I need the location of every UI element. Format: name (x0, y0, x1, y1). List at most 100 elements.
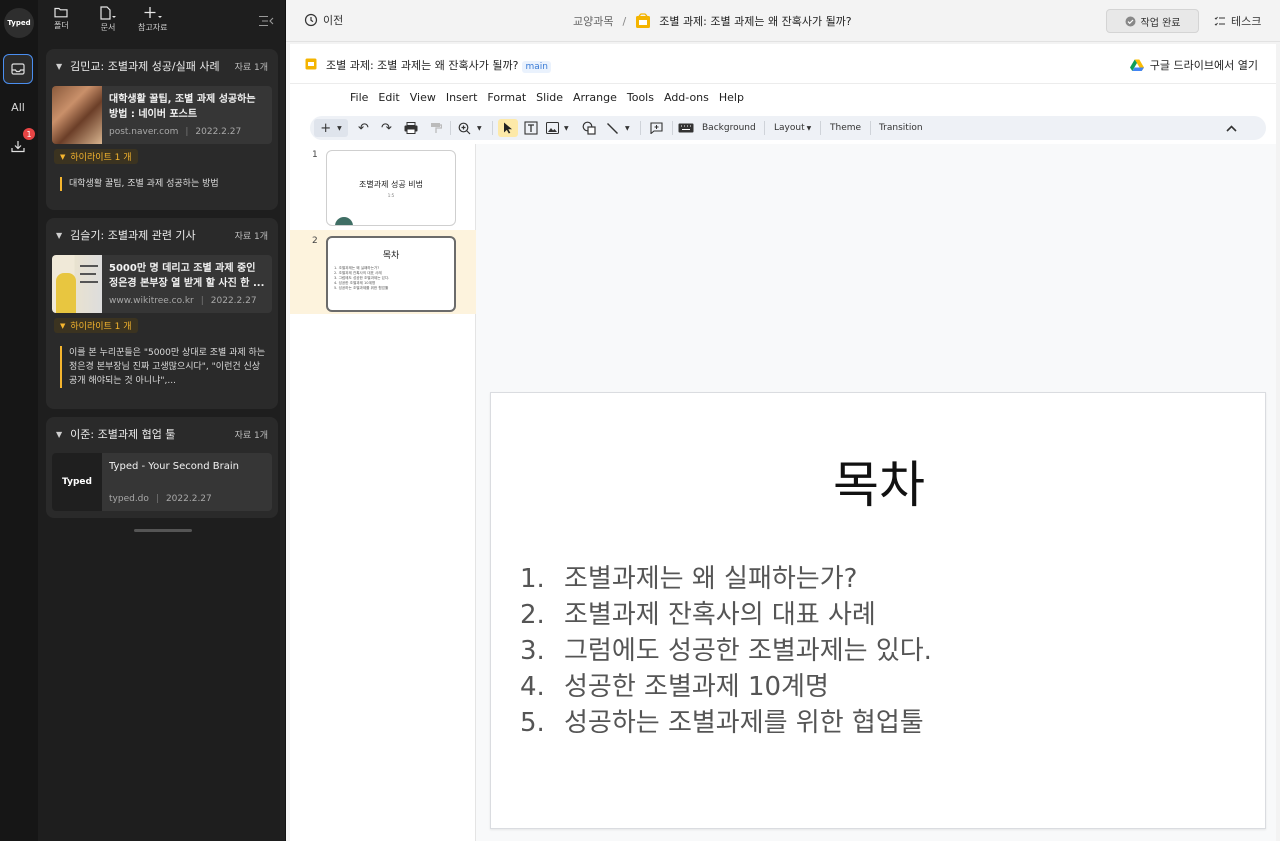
card-title: 대학생활 꿀팁, 조별 과제 성공하는 방법 : 네이버 포스트 (109, 94, 256, 120)
highlight-quote[interactable]: 이를 본 누리꾼들은 "5000만 상대로 조별 과제 하는 정은경 본부장님 … (60, 346, 268, 388)
caret-down-icon: ▼ (56, 61, 63, 71)
document-button[interactable]: 문서 (99, 6, 117, 33)
slide-body-list[interactable]: 1. 조별과제는 왜 실패하는가? 2. 조별과제 잔혹사의 대표 사례 3. 그럼에… (520, 561, 932, 741)
menu-arrange[interactable]: Arrange (573, 91, 617, 104)
group-header[interactable]: ▼ 김민교: 조별과제 성공/실패 사례 자료 1개 (46, 49, 278, 83)
slide-number: 1 (312, 150, 318, 160)
thumbnail-avatar (335, 217, 353, 225)
theme-label: Theme (830, 123, 862, 133)
reference-card[interactable]: 대학생활 꿀팁, 조별 과제 성공하는 방법 : 네이버 포스트 post.na… (52, 86, 272, 144)
slide-thumbnail[interactable]: 조별과제 성공 비법 1:5 (326, 150, 456, 226)
keyboard-button[interactable] (678, 119, 694, 137)
theme-button[interactable]: Theme (830, 119, 861, 137)
document-header: 조별 과제: 조별 과제는 왜 잔혹사가 될까? main 구글 드라이브에서 열… (290, 44, 1276, 84)
thumbnail-subtitle: 1:5 (387, 193, 395, 198)
slide-thumbnail-row[interactable]: 1 조별과제 성공 비법 1:5 (290, 144, 476, 228)
menu-format[interactable]: Format (487, 91, 526, 104)
menu-insert[interactable]: Insert (446, 91, 478, 104)
branch-badge: main (522, 61, 551, 73)
card-source: www.wikitree.co.kr (109, 296, 194, 306)
complete-task-button[interactable]: 작업 완료 (1106, 9, 1199, 33)
thumbnail-logo-text: Typed (62, 477, 92, 487)
inbox-nav-button[interactable] (3, 54, 33, 84)
highlight-count-tag[interactable]: ▼ 하이라이트 1 개 (54, 149, 138, 164)
group-header[interactable]: ▼ 이준: 조별과제 협업 툴 자료 1개 (46, 417, 278, 451)
line-button[interactable]: ▼ (606, 119, 630, 137)
reference-group: ▼ 김민교: 조별과제 성공/실패 사례 자료 1개 대학생활 꿀팁, 조별 과… (46, 49, 278, 210)
menu-file[interactable]: File (350, 91, 368, 104)
caret-down-icon: ▼ (56, 429, 63, 439)
menu-tools[interactable]: Tools (627, 91, 654, 104)
collapse-toolbar-button[interactable] (1226, 119, 1237, 137)
thumbnail-title: 목차 (382, 251, 400, 261)
import-nav-button[interactable]: 1 (3, 128, 35, 161)
new-slide-button[interactable]: + ▼ (314, 119, 348, 137)
slides-menu-bar: File Edit View Insert Format Slide Arran… (350, 91, 754, 104)
undo-button[interactable]: ↶ (358, 119, 369, 137)
insert-image-button[interactable]: ▼ (546, 119, 569, 137)
sidebar-scroll-handle[interactable] (134, 529, 192, 532)
download-tray-icon (11, 140, 25, 152)
document-title-row: 조별 과제: 조별 과제는 왜 잔혹사가 될까? main (326, 57, 551, 73)
google-drive-icon (1129, 59, 1144, 71)
add-comment-button[interactable] (650, 119, 663, 137)
layout-button[interactable]: Layout ▼ (774, 119, 811, 137)
typed-logo[interactable]: Typed (4, 8, 34, 38)
line-icon (607, 122, 618, 134)
check-circle-icon (1125, 16, 1135, 26)
toolbar-divider (672, 121, 673, 135)
breadcrumb: 교양과목 / 조별 과제: 조별 과제는 왜 잔혹사가 될까? (573, 13, 852, 29)
select-tool-button[interactable] (498, 119, 518, 137)
menu-edit[interactable]: Edit (378, 91, 399, 104)
open-in-drive-button[interactable]: 구글 드라이브에서 열기 (1129, 57, 1258, 73)
slide-list-item: 1. 조별과제는 왜 실패하는가? (520, 561, 932, 597)
menu-addons[interactable]: Add-ons (664, 91, 709, 104)
slide-thumbnail-row[interactable]: 2 목차 1. 조별과제는 왜 실패하는가? 2. 조별과제 잔혹사의 대표 사… (290, 230, 476, 314)
document-label: 문서 (100, 23, 116, 32)
cursor-arrow-icon (504, 122, 512, 134)
shape-button[interactable] (582, 119, 596, 137)
group-count: 자료 1개 (234, 62, 268, 73)
caret-down-icon: ▼ (806, 124, 812, 132)
print-icon (404, 122, 418, 134)
slide-list-item: 3. 그럼에도 성공한 조별과제는 있다. (520, 633, 932, 669)
card-thumbnail: Typed (52, 453, 102, 511)
slide-title[interactable]: 목차 (491, 445, 1267, 517)
menu-view[interactable]: View (410, 91, 436, 104)
collapse-sidebar-button[interactable] (258, 12, 274, 31)
reference-button[interactable]: 참고자료 (138, 6, 167, 33)
slide-thumbnail[interactable]: 목차 1. 조별과제는 왜 실패하는가? 2. 조별과제 잔혹사의 대표 사례 … (326, 236, 456, 312)
background-button[interactable]: Background (702, 119, 756, 137)
zoom-button[interactable]: ▼ (458, 119, 482, 137)
checklist-icon (1214, 16, 1225, 26)
transition-button[interactable]: Transition (879, 119, 923, 137)
print-button[interactable] (404, 119, 418, 137)
all-nav-button[interactable]: All (3, 92, 33, 122)
reference-card[interactable]: 5000만 명 데리고 조별 과제 중인 정은경 본부장 열 받게 할 사진 한… (52, 255, 272, 313)
redo-button[interactable]: ↷ (381, 119, 392, 137)
menu-help[interactable]: Help (719, 91, 744, 104)
breadcrumb-parent[interactable]: 교양과목 (573, 13, 613, 29)
text-box-button[interactable] (524, 119, 538, 137)
back-button[interactable]: 이전 (304, 12, 343, 28)
reference-card[interactable]: Typed Typed - Your Second Brain typed.do… (52, 453, 272, 511)
top-bar: 이전 교양과목 / 조별 과제: 조별 과제는 왜 잔혹사가 될까? 작업 완료… (286, 0, 1280, 42)
sidebar-toolbar: 폴더 문서 참고자료 (38, 0, 286, 44)
menu-slide[interactable]: Slide (536, 91, 563, 104)
folder-button[interactable]: 폴더 (54, 6, 69, 31)
group-header[interactable]: ▼ 김슬기: 조별과제 관련 기사 자료 1개 (46, 218, 278, 252)
breadcrumb-separator: / (622, 14, 627, 28)
slides-doc-icon (636, 13, 651, 28)
card-thumbnail (52, 86, 102, 144)
all-label: All (11, 100, 25, 114)
document-title: 조별 과제: 조별 과제는 왜 잔혹사가 될까? (326, 59, 519, 72)
highlight-count-label: 하이라이트 1 개 (70, 153, 132, 163)
reference-group: ▼ 이준: 조별과제 협업 툴 자료 1개 Typed Typed - Your… (46, 417, 278, 518)
highlight-quote[interactable]: 대학생활 꿀팁, 조별 과제 성공하는 방법 (60, 177, 268, 191)
reference-sidebar: 폴더 문서 참고자료 ▼ 김민교: 조별과제 성공/실패 사례 자료 1개 대학… (38, 0, 286, 841)
current-slide[interactable]: 목차 1. 조별과제는 왜 실패하는가? 2. 조별과제 잔혹사의 대표 사례 3.… (490, 392, 1266, 829)
transition-label: Transition (879, 123, 923, 133)
paint-format-button[interactable] (430, 119, 442, 137)
highlight-count-tag[interactable]: ▼ 하이라이트 1 개 (54, 318, 138, 333)
task-button[interactable]: 테스크 (1214, 13, 1261, 29)
